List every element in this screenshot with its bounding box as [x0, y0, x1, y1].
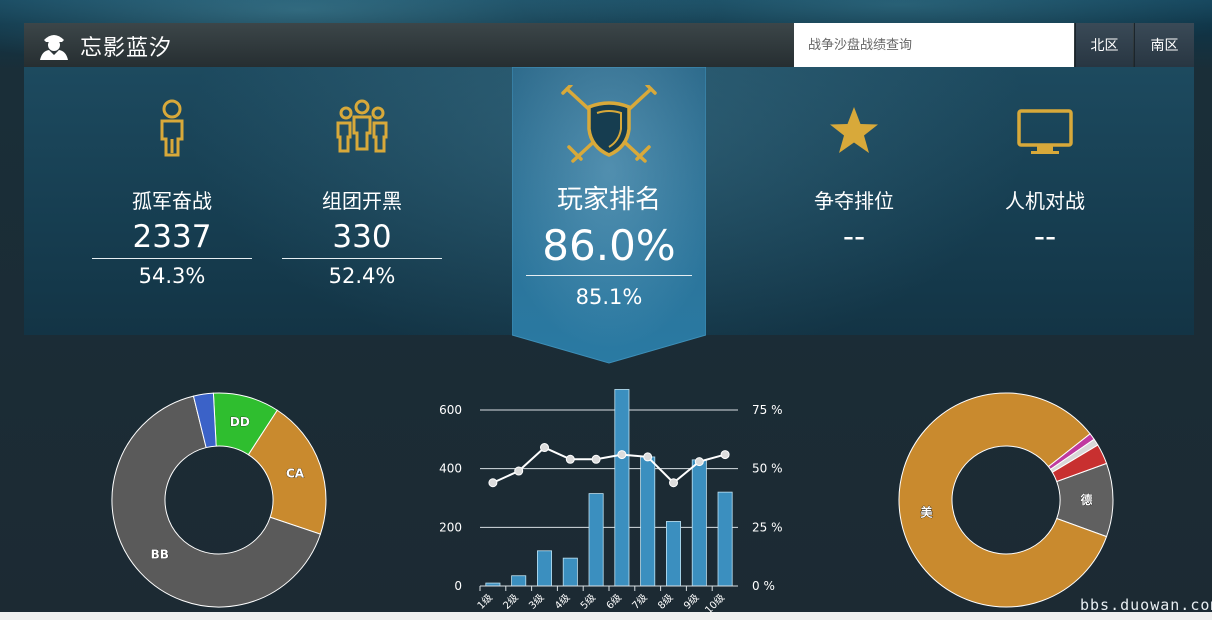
pie-slice-label: CA [286, 467, 305, 481]
line-point[interactable] [720, 450, 730, 460]
stat-label: 争夺排位 [814, 189, 894, 213]
y2-tick-label: 25 % [752, 520, 783, 534]
x-tick-label: 1级 [475, 592, 495, 612]
line-point[interactable] [488, 478, 498, 488]
bar[interactable] [666, 521, 681, 587]
bar[interactable] [511, 575, 527, 587]
shield-swords-icon [561, 85, 657, 163]
line-point[interactable] [643, 452, 653, 462]
nation-donut-chart: 德美 [898, 392, 1114, 608]
x-tick-label: 2级 [501, 592, 521, 612]
bar[interactable] [562, 557, 578, 587]
bar[interactable] [640, 456, 656, 587]
stat-label: 组团开黑 [322, 189, 402, 213]
top-bar: 忘影蓝汐 北区 南区 [24, 23, 1194, 68]
stat-win-rate: 54.3% [138, 264, 206, 288]
y-tick-label: 200 [439, 520, 462, 534]
stat-label: 孤军奋战 [132, 189, 212, 213]
divider [282, 258, 442, 259]
x-tick-label: 8级 [656, 592, 676, 612]
stat-value: -- [842, 219, 866, 255]
stat-value: 2337 [132, 219, 212, 255]
x-tick-label: 5级 [578, 592, 598, 612]
ranking-banner: 玩家排名 86.0% 85.1% [512, 67, 706, 365]
tier-bar-line-chart: 0 200 400 600 0 % 25 % 50 % 75 % 1级 2级 3级 4级 5级 6级 7级 8… [439, 389, 783, 612]
monitor-icon [1017, 109, 1073, 154]
x-tick-label: 6级 [604, 592, 624, 612]
line-point[interactable] [514, 466, 524, 476]
win-rate-line [492, 446, 726, 485]
x-tick-label: 4级 [552, 592, 572, 612]
y2-tick-label: 50 % [752, 462, 783, 476]
bar[interactable] [614, 389, 630, 587]
single-player-icon [160, 99, 184, 157]
x-tick-label: 7级 [630, 592, 650, 612]
pie-slice-label: 美 [921, 505, 934, 520]
line-point[interactable] [694, 457, 704, 467]
team-icon [336, 99, 388, 153]
y2-tick-label: 0 % [752, 579, 775, 593]
divider [92, 258, 252, 259]
line-point[interactable] [540, 443, 549, 453]
x-tick-label: 9级 [681, 592, 701, 612]
pie-slice-label: DD [230, 415, 250, 429]
pie-slice-label: 德 [1080, 492, 1092, 507]
north-region-button[interactable]: 北区 [1075, 23, 1133, 67]
bar[interactable] [537, 550, 552, 587]
star-icon [830, 107, 878, 153]
pie-slice-label: BB [151, 547, 169, 561]
x-tick-label: 10级 [703, 592, 728, 612]
y2-tick-label: 75 % [752, 403, 783, 417]
browser-status-bar [0, 612, 1212, 620]
divider [526, 275, 692, 276]
stat-label: 人机对战 [1005, 189, 1085, 213]
stat-value: -- [1033, 219, 1057, 255]
ranking-label: 玩家排名 [556, 185, 661, 215]
ranking-value: 86.0% [542, 221, 676, 270]
class-donut-chart: DD CA BB [111, 392, 327, 608]
line-point[interactable] [565, 454, 575, 464]
y-tick-label: 400 [439, 462, 462, 476]
search-input[interactable] [794, 23, 1074, 67]
line-point[interactable] [617, 450, 627, 460]
user-avatar-icon [40, 35, 68, 60]
y-tick-label: 600 [439, 403, 462, 417]
south-region-button[interactable]: 南区 [1134, 23, 1194, 67]
bar[interactable] [588, 493, 604, 587]
stat-win-rate: 52.4% [328, 264, 396, 288]
line-point[interactable] [591, 454, 601, 464]
line-point[interactable] [669, 478, 678, 488]
x-tick-label: 3级 [527, 592, 547, 612]
ranking-sub-value: 85.1% [575, 285, 643, 309]
stats-panel: 孤军奋战 2337 54.3% 组团开黑 330 52.4% 玩家排名 86.0… [24, 67, 1194, 364]
bar[interactable] [691, 459, 707, 587]
stat-value: 330 [332, 219, 392, 255]
player-name: 忘影蓝汐 [80, 36, 173, 61]
bar[interactable] [717, 491, 733, 587]
y-tick-label: 0 [454, 579, 462, 593]
